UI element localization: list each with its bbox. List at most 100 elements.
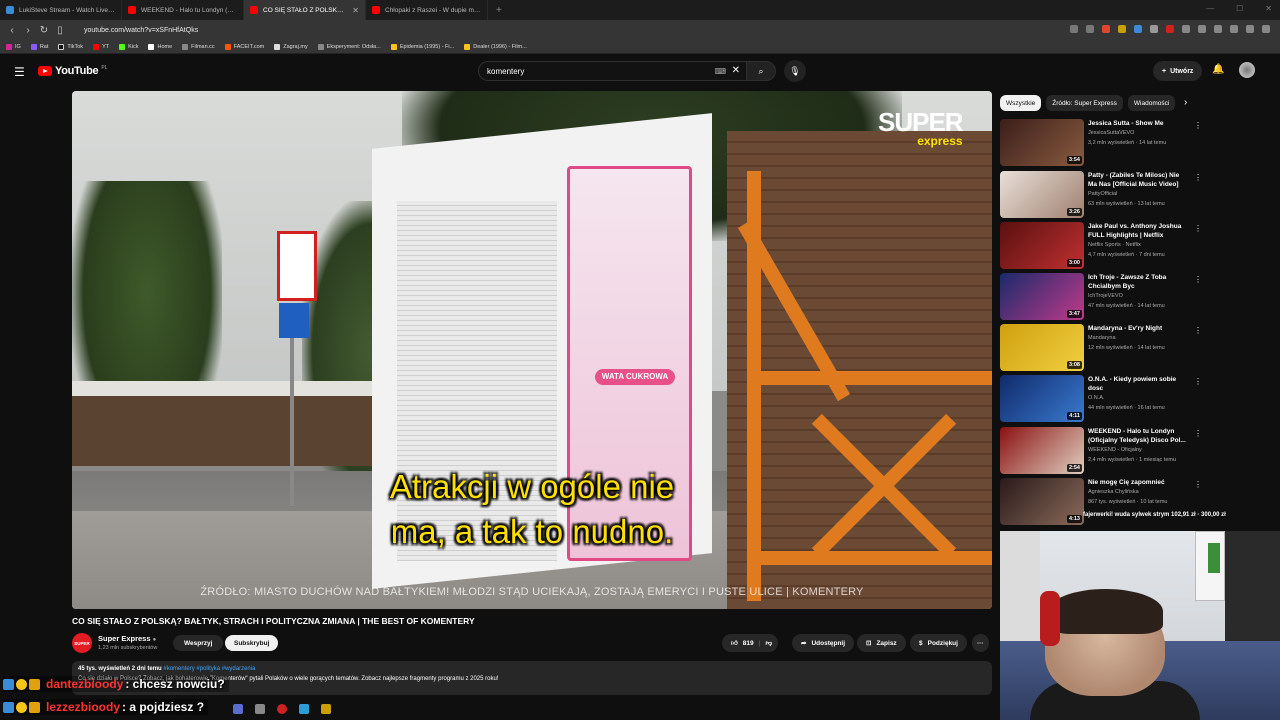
recommended-video[interactable]: 4:13 Nie mogę Cię zapomnieć Agnieszka Chyl… [1000, 478, 1205, 526]
chevron-right-icon[interactable]: › [1184, 97, 1187, 108]
share-page-icon[interactable] [1086, 25, 1094, 33]
recommended-video[interactable]: 3:26 Patty - (Zabiles Te Milosc) Nie Ma N… [1000, 171, 1205, 219]
bookmark-item[interactable]: Epidemia (1995) - Fi... [390, 43, 454, 50]
reload-icon[interactable]: ↻ [36, 25, 52, 36]
bookmark-item[interactable]: Dealer (1996) - Film... [464, 43, 527, 50]
subscribe-button[interactable]: Subskrybuj [225, 635, 279, 651]
search-button[interactable]: ⌕ [746, 61, 776, 81]
recommended-video[interactable]: 2:54 WEEKEND - Halo tu Londyn (Oficjalny … [1000, 427, 1205, 475]
share-button[interactable]: ➦ Udostępnij [792, 634, 855, 652]
more-vertical-icon[interactable]: ⋮ [1194, 377, 1202, 386]
hamburger-menu-icon[interactable]: ☰ [14, 65, 25, 79]
back-icon[interactable]: ‹ [4, 25, 20, 36]
video-thumbnail[interactable]: 3:47 [1000, 273, 1084, 320]
bookmark-item[interactable]: Home [148, 43, 172, 50]
more-vertical-icon[interactable]: ⋮ [1194, 326, 1202, 335]
create-button[interactable]: + Utwórz [1153, 61, 1203, 81]
recommended-video[interactable]: 4:11 O.N.A. - Kiedy powiem sobie dosc O.N.… [1000, 375, 1205, 423]
notifications-bell-icon[interactable]: 🔔 [1212, 64, 1224, 75]
recommended-video[interactable]: 3:47 Ich Troje - Zawsze Z Toba Chcialbym … [1000, 273, 1205, 321]
youtube-logo[interactable]: YouTube PL [38, 65, 107, 77]
bookmark-item[interactable]: Rat [30, 43, 48, 50]
bookmark-item[interactable]: IG [6, 43, 21, 50]
browser-tab-active[interactable]: CO SIĘ STAŁO Z POLSKĄ? BAŁ ✕ [244, 0, 366, 20]
recommended-video-channel[interactable]: Netflix Sports · Netflix [1088, 242, 1141, 248]
chip-all[interactable]: Wszystkie [1000, 95, 1042, 111]
wallet-icon[interactable] [1246, 25, 1254, 33]
more-vertical-icon[interactable]: ⋮ [1194, 121, 1202, 130]
puzzle-icon[interactable] [1214, 25, 1222, 33]
video-thumbnail[interactable]: 4:13 [1000, 478, 1084, 525]
recommended-video-channel[interactable]: JessicaSuttaVEVO [1088, 130, 1134, 136]
new-tab-icon[interactable]: + [488, 5, 510, 16]
taskbar-app-icon[interactable] [299, 704, 309, 714]
channel-name[interactable]: Super Express ● [98, 634, 156, 643]
more-vertical-icon[interactable]: ⋮ [1194, 224, 1202, 233]
cast-icon[interactable] [1070, 25, 1078, 33]
taskbar-app-icon[interactable] [255, 704, 265, 714]
bookmark-item[interactable]: Filman.cc [182, 43, 215, 50]
forward-icon[interactable]: › [20, 25, 36, 36]
menu-icon[interactable] [1262, 25, 1270, 33]
description-tags[interactable]: #komentery #polityka #wydarzenia [163, 666, 255, 672]
video-thumbnail[interactable]: 3:54 [1000, 119, 1084, 166]
recommended-video-title[interactable]: Mandaryna - Ev'ry Night [1088, 325, 1188, 334]
video-thumbnail[interactable]: 3:08 [1000, 324, 1084, 371]
bookmark-page-icon[interactable]: ▯ [52, 25, 68, 36]
browser-tab[interactable]: LukiSteve Stream - Watch Live on [0, 0, 122, 20]
close-window-icon[interactable]: ✕ [1265, 4, 1272, 13]
recommended-video-title[interactable]: O.N.A. - Kiedy powiem sobie dosc [1088, 376, 1188, 393]
browser-tab[interactable]: WEEKEND - Halo tu Londyn (Oficjaln [122, 0, 244, 20]
chip-source[interactable]: Źródło: Super Express [1046, 95, 1123, 111]
extension-icon[interactable] [1118, 25, 1126, 33]
join-button[interactable]: Wesprzyj [173, 635, 224, 651]
video-player[interactable]: WATA CUKROWA SUPER express Atrakcji w og… [72, 91, 992, 609]
extension-icon[interactable] [1230, 25, 1238, 33]
search-value[interactable]: komentery [487, 67, 524, 76]
extension-icon[interactable] [1134, 25, 1142, 33]
keyboard-icon[interactable]: ⌨ [714, 67, 726, 76]
more-vertical-icon[interactable]: ⋮ [1194, 480, 1202, 489]
taskbar-app-icon[interactable] [233, 704, 243, 714]
channel-avatar[interactable]: SUPER [72, 633, 92, 653]
recommended-video-title[interactable]: Jake Paul vs. Anthony Joshua FULL Highli… [1088, 223, 1188, 240]
user-avatar[interactable] [1239, 62, 1255, 78]
url-field[interactable]: youtube.com/watch?v=xSFnHfAtQks [84, 27, 198, 34]
bookmark-item[interactable]: FACEIT.com [224, 43, 264, 50]
bookmark-item[interactable]: TikTok [58, 43, 83, 50]
video-thumbnail[interactable]: 4:11 [1000, 375, 1084, 422]
extension-icon[interactable] [1198, 25, 1206, 33]
chip-news[interactable]: Wiadomości [1127, 95, 1176, 111]
more-vertical-icon[interactable]: ⋮ [1194, 173, 1202, 182]
recommended-video[interactable]: 3:54 Jessica Sutta - Show Me JessicaSuttaV… [1000, 119, 1205, 167]
more-vertical-icon[interactable]: ⋮ [1194, 429, 1202, 438]
recommended-video-channel[interactable]: Agnieszka Chylińska [1088, 489, 1139, 495]
clear-search-icon[interactable]: ✕ [732, 65, 740, 76]
video-thumbnail[interactable]: 3:26 [1000, 171, 1084, 218]
bookmark-item[interactable]: YT [93, 43, 109, 50]
extension-icon[interactable] [1150, 25, 1158, 33]
minimize-icon[interactable]: — [1206, 4, 1214, 13]
extension-icon[interactable] [1166, 25, 1174, 33]
taskbar-app-icon[interactable] [277, 704, 287, 714]
recommended-video-title[interactable]: WEEKEND - Halo tu Londyn (Oficjalny Tele… [1088, 428, 1188, 445]
tab-close-icon[interactable]: ✕ [352, 6, 359, 15]
video-thumbnail[interactable]: 2:54 [1000, 427, 1084, 474]
more-actions-button[interactable]: ··· [972, 634, 989, 652]
taskbar-app-icon[interactable] [321, 704, 331, 714]
more-vertical-icon[interactable]: ⋮ [1194, 275, 1202, 284]
recommended-video[interactable]: 3:08 Mandaryna - Ev'ry Night Mandaryna 12 m… [1000, 324, 1205, 372]
recommended-video-channel[interactable]: Mandaryna [1088, 335, 1116, 341]
recommended-video-channel[interactable]: O.N.A. [1088, 395, 1105, 401]
recommended-video-title[interactable]: Patty - (Zabiles Te Milosc) Nie Ma Nas [… [1088, 172, 1188, 189]
bookmark-item[interactable]: Zagraj.my [274, 43, 308, 50]
search-input[interactable]: komentery ⌨ ✕ [478, 61, 746, 81]
recommended-video-channel[interactable]: IchTrojeVEVO [1088, 293, 1123, 299]
voice-search-button[interactable]: 🎙 [784, 60, 806, 82]
bookmark-item[interactable]: Kick [119, 43, 138, 50]
recommended-video-channel[interactable]: PattyOfficial [1088, 191, 1117, 197]
dislike-button[interactable]: 👎︎ [765, 639, 772, 647]
recommended-video-title[interactable]: Jessica Sutta - Show Me [1088, 120, 1188, 129]
save-button[interactable]: ⊡ Zapisz [857, 634, 906, 652]
video-thumbnail[interactable]: 3:00 [1000, 222, 1084, 269]
